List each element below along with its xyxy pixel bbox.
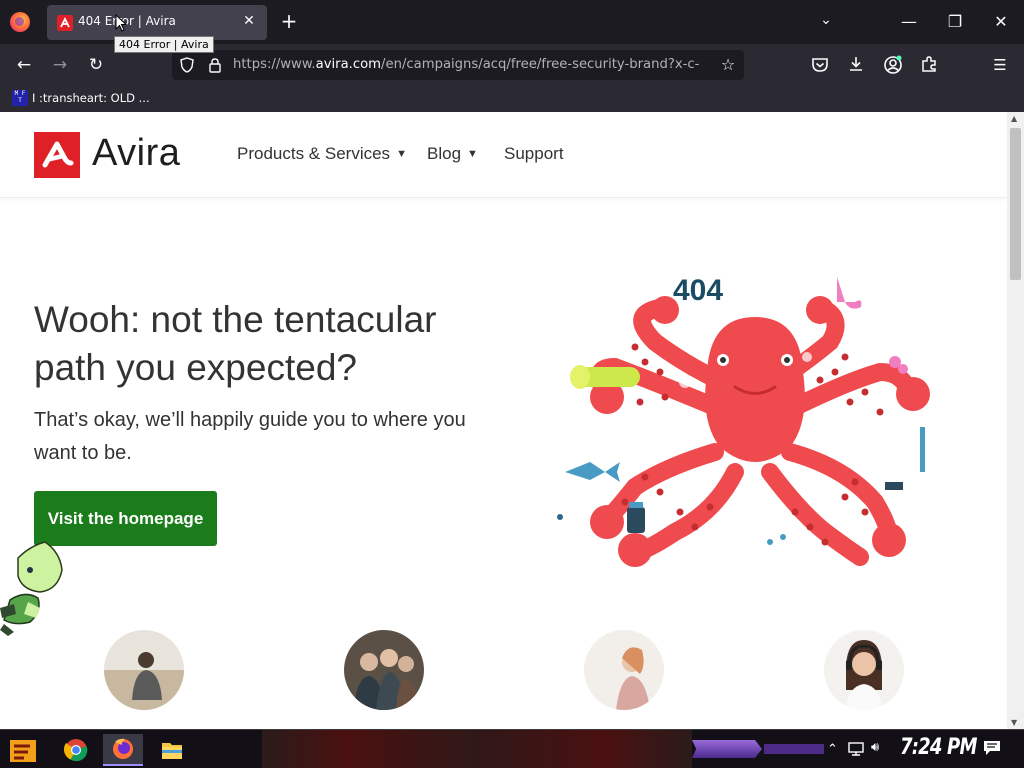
start-button-icon[interactable] <box>8 736 38 764</box>
downloads-icon[interactable] <box>847 55 865 73</box>
taskbar-clock[interactable]: 7:24 PM <box>900 735 977 760</box>
logo-wordmark[interactable]: Avira <box>92 132 180 175</box>
site-header: Avira Products & Services ▼ Blog ▼ Support <box>0 112 1007 198</box>
scroll-up-arrow-icon[interactable]: ▲ <box>1011 114 1017 123</box>
nav-support[interactable]: Support <box>504 144 564 164</box>
reload-icon[interactable]: ↻ <box>84 53 108 77</box>
account-icon[interactable] <box>883 55 903 75</box>
illustration-404-text: 404 <box>673 274 724 307</box>
network-icon[interactable] <box>847 741 865 757</box>
volume-icon[interactable]: 🔊︎ <box>871 740 879 755</box>
nav-blog[interactable]: Blog ▼ <box>427 144 478 164</box>
page-title: Wooh: not the tentacular path you expect… <box>34 299 437 388</box>
persona-photo-traveler <box>104 630 184 710</box>
taskbar-theme-banner <box>262 730 692 768</box>
persona-photo-support-agent <box>824 630 904 710</box>
chevron-down-icon: ▼ <box>396 148 407 160</box>
url-suffix: /en/campaigns/acq/free/free-security-bra… <box>381 57 700 72</box>
bookmark-favicon-icon: M FT <box>12 90 28 106</box>
tab-tooltip: 404 Error | Avira <box>114 36 214 53</box>
nav-label: Support <box>504 144 564 163</box>
address-bar[interactable]: https://www.avira.com/en/campaigns/acq/f… <box>172 50 744 80</box>
url-domain: avira.com <box>315 57 382 72</box>
nav-products-services[interactable]: Products & Services ▼ <box>237 144 407 164</box>
bookmarks-toolbar: M FT I :transheart: OLD ... <box>0 86 1024 112</box>
persona-photo-group <box>344 630 424 710</box>
restore-button[interactable]: ❐ <box>932 0 978 44</box>
bookmark-star-icon[interactable]: ☆ <box>718 55 738 75</box>
octopus-404-illustration <box>557 277 930 567</box>
extensions-puzzle-icon[interactable] <box>920 55 938 73</box>
tray-overflow-chevron-icon[interactable]: ⌃ <box>827 742 838 757</box>
page-subtitle: That’s okay, we’ll happily guide you to … <box>34 409 466 464</box>
page-viewport: Avira Products & Services ▼ Blog ▼ Support… <box>0 112 1007 729</box>
avira-logo-icon[interactable] <box>34 132 80 178</box>
windows-taskbar: ⌃ 🔊︎ 7:24 PM <box>0 729 1024 768</box>
persona-photo-woman <box>584 630 664 710</box>
tracking-protection-shield-icon[interactable] <box>180 57 194 73</box>
lock-icon[interactable] <box>208 57 222 73</box>
pocket-icon[interactable] <box>811 56 829 74</box>
tab-active[interactable]: 404 Error | Avira ✕ <box>47 5 267 40</box>
taskbar-theme-decoration <box>692 740 762 758</box>
firefox-icon[interactable] <box>10 12 30 32</box>
taskbar-firefox-icon[interactable] <box>103 734 143 766</box>
url-text[interactable]: https://www.avira.com/en/campaigns/acq/f… <box>233 57 699 72</box>
taskbar-chrome-icon[interactable] <box>56 734 96 766</box>
nav-label: Products & Services <box>237 144 391 163</box>
taskbar-theme-decoration <box>764 744 824 754</box>
nav-label: Blog <box>427 144 462 163</box>
chevron-down-icon: ▼ <box>467 148 478 160</box>
desktop-sticker-character-icon <box>0 541 63 636</box>
tab-close-icon[interactable]: ✕ <box>239 11 259 31</box>
mouse-cursor-icon <box>115 14 128 32</box>
visit-homepage-button[interactable]: Visit the homepage <box>34 491 217 546</box>
new-tab-button[interactable]: + <box>278 11 300 33</box>
forward-arrow-icon[interactable]: → <box>48 53 72 77</box>
url-prefix: https://www. <box>233 57 316 72</box>
taskbar-file-explorer-icon[interactable] <box>152 734 192 766</box>
avira-favicon-icon <box>57 15 73 31</box>
scrollbar-thumb[interactable] <box>1010 128 1021 280</box>
back-arrow-icon[interactable]: ← <box>12 53 36 77</box>
action-center-icon[interactable] <box>983 740 1001 756</box>
scroll-down-arrow-icon[interactable]: ▼ <box>1011 718 1017 727</box>
minimize-button[interactable]: — <box>886 0 932 44</box>
close-window-button[interactable]: ✕ <box>978 0 1024 44</box>
list-all-tabs-chevron-icon[interactable]: ⌄ <box>815 12 837 32</box>
app-menu-hamburger-icon[interactable]: ☰ <box>988 53 1012 77</box>
bookmark-item[interactable]: I :transheart: OLD ... <box>32 91 150 105</box>
page-scrollbar[interactable]: ▲ ▼ <box>1007 112 1024 729</box>
